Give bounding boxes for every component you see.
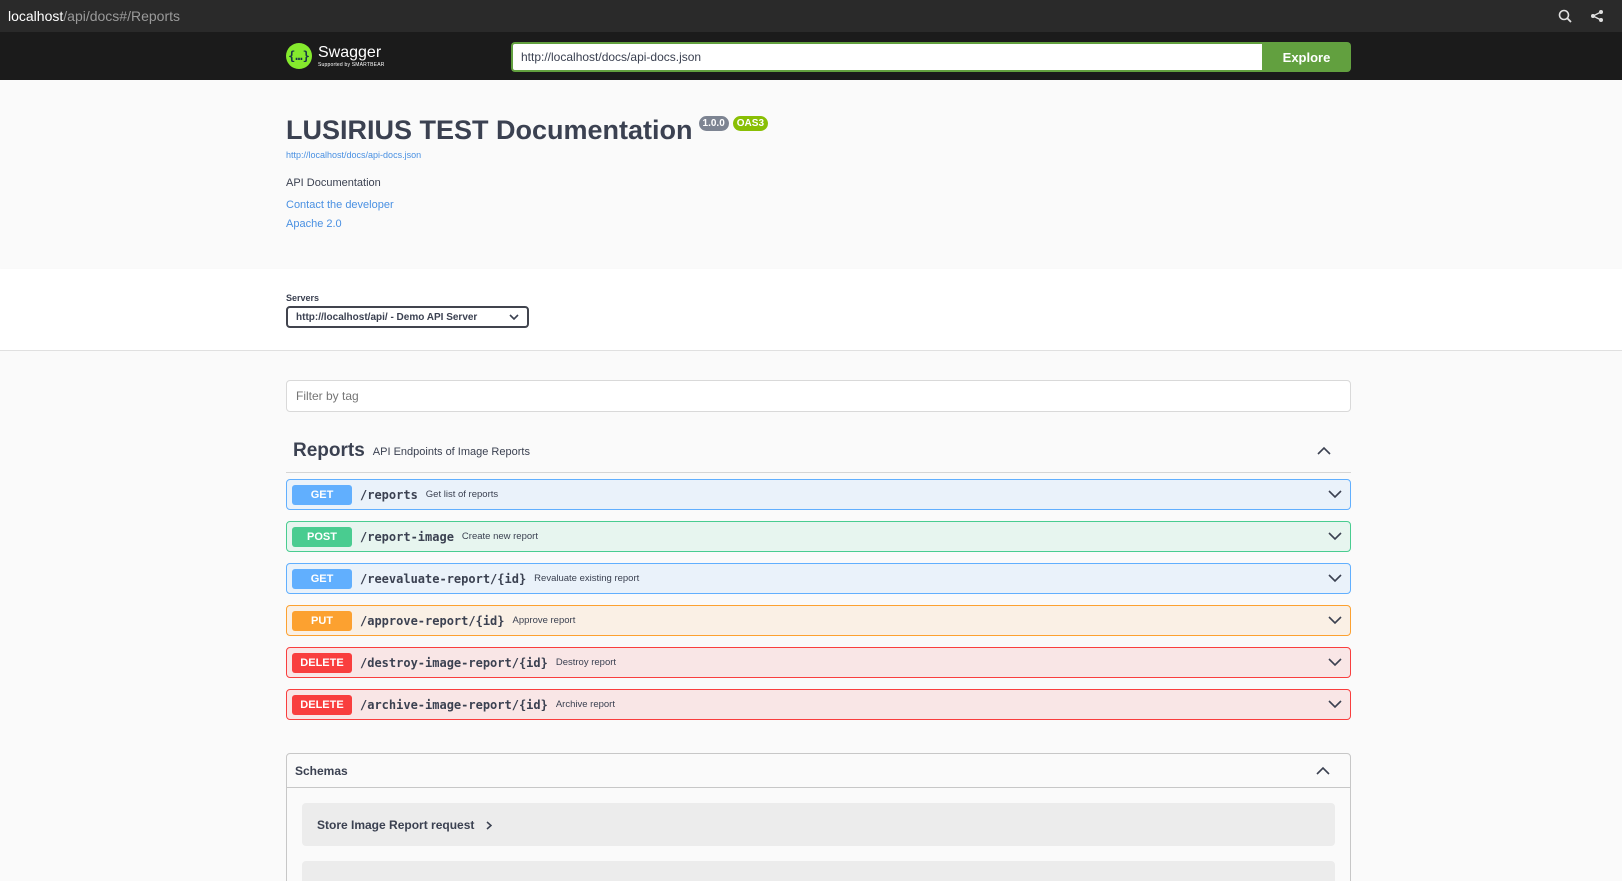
api-description: API Documentation xyxy=(286,176,381,189)
method-badge: POST xyxy=(292,526,352,547)
servers-section: Servers http://localhost/api/ - Demo API… xyxy=(0,269,1622,351)
method-badge: DELETE xyxy=(292,652,352,673)
filter-by-tag-input[interactable] xyxy=(286,380,1351,412)
tag-name: Reports xyxy=(293,439,365,461)
swagger-topbar: {…} Swagger Supported by SMARTBEAR Explo… xyxy=(0,32,1622,80)
info-section: LUSIRIUS TEST Documentation 1.0.0 OAS3 h… xyxy=(0,80,1622,269)
browser-address-bar: localhost/api/docs#/Reports xyxy=(0,0,1622,32)
search-icon[interactable] xyxy=(1558,9,1572,23)
title-row: LUSIRIUS TEST Documentation 1.0.0 OAS3 xyxy=(286,115,769,146)
operation-get-reports[interactable]: GET /reports Get list of reports xyxy=(286,479,1351,510)
chevron-down-icon[interactable] xyxy=(1328,612,1342,630)
method-badge: GET xyxy=(292,568,352,589)
operation-summary: Revaluate existing report xyxy=(534,573,640,584)
explore-form: Explore xyxy=(511,42,1351,72)
operation-path: /reevaluate-report/{id} xyxy=(360,571,527,586)
chevron-down-icon xyxy=(509,312,519,323)
operation-get-reevaluate-report[interactable]: GET /reevaluate-report/{id} Revaluate ex… xyxy=(286,563,1351,594)
operation-path: /approve-report/{id} xyxy=(360,613,505,628)
operation-delete-archive-image-report[interactable]: DELETE /archive-image-report/{id} Archiv… xyxy=(286,689,1351,720)
chevron-down-icon[interactable] xyxy=(1328,654,1342,672)
chevron-down-icon[interactable] xyxy=(1328,486,1342,504)
tag-description: API Endpoints of Image Reports xyxy=(372,446,530,458)
swagger-logo-text: Swagger Supported by SMARTBEAR xyxy=(318,43,385,68)
operation-path: /archive-image-report/{id} xyxy=(360,697,548,712)
operation-path: /destroy-image-report/{id} xyxy=(360,655,548,670)
operations-container: Reports API Endpoints of Image Reports G… xyxy=(0,351,1622,881)
operation-summary: Get list of reports xyxy=(425,489,499,500)
operation-path: /report-image xyxy=(360,529,454,544)
page-title: LUSIRIUS TEST Documentation xyxy=(286,115,693,145)
share-icon[interactable] xyxy=(1590,9,1604,23)
spec-url-input[interactable] xyxy=(511,42,1262,72)
schema-model[interactable] xyxy=(302,861,1335,881)
operation-summary: Approve report xyxy=(512,615,576,626)
chevron-up-icon[interactable] xyxy=(1316,762,1330,780)
operation-path: /reports xyxy=(360,487,418,502)
info-content: LUSIRIUS TEST Documentation 1.0.0 OAS3 h… xyxy=(286,115,769,230)
method-badge: GET xyxy=(292,484,352,505)
method-badge: PUT xyxy=(292,610,352,631)
operation-post-report-image[interactable]: POST /report-image Create new report xyxy=(286,521,1351,552)
browser-actions xyxy=(1558,9,1614,23)
version-badge: 1.0.0 xyxy=(698,116,729,131)
servers-selected-value: http://localhost/api/ - Demo API Server xyxy=(296,311,478,323)
operation-summary: Archive report xyxy=(555,699,615,710)
swagger-logo-icon: {…} xyxy=(286,43,312,69)
license-link[interactable]: Apache 2.0 xyxy=(286,218,768,230)
explore-button[interactable]: Explore xyxy=(1262,42,1351,72)
schemas-title: Schemas xyxy=(295,763,348,778)
chevron-up-icon[interactable] xyxy=(1317,442,1331,460)
schema-model-name: Store Image Report request xyxy=(317,817,475,832)
swagger-logo[interactable]: {…} Swagger Supported by SMARTBEAR xyxy=(286,43,385,69)
operation-put-approve-report[interactable]: PUT /approve-report/{id} Approve report xyxy=(286,605,1351,636)
browser-url[interactable]: localhost/api/docs#/Reports xyxy=(8,8,180,24)
servers-select[interactable]: http://localhost/api/ - Demo API Server xyxy=(286,306,529,328)
chevron-down-icon[interactable] xyxy=(1328,528,1342,546)
operation-delete-destroy-image-report[interactable]: DELETE /destroy-image-report/{id} Destro… xyxy=(286,647,1351,678)
browser-url-host: localhost xyxy=(8,8,64,24)
tag-header-reports[interactable]: Reports API Endpoints of Image Reports xyxy=(286,429,1351,473)
oas-badge: OAS3 xyxy=(732,116,769,131)
spec-url-link[interactable]: http://localhost/docs/api-docs.json xyxy=(286,150,768,160)
chevron-down-icon[interactable] xyxy=(1328,570,1342,588)
operation-summary: Create new report xyxy=(461,531,538,542)
schemas-header[interactable]: Schemas xyxy=(287,754,1350,788)
logo-subtitle: Supported by SMARTBEAR xyxy=(318,61,385,68)
method-badge: DELETE xyxy=(292,694,352,715)
logo-name: Swagger xyxy=(318,43,382,61)
contact-developer-link[interactable]: Contact the developer xyxy=(286,199,768,211)
browser-url-path: /api/docs#/Reports xyxy=(63,8,180,24)
schema-model-store-image-report-request[interactable]: Store Image Report request xyxy=(302,803,1335,846)
chevron-right-icon xyxy=(486,817,493,835)
servers-label: Servers xyxy=(286,293,320,303)
schemas-section: Schemas Store Image Report request xyxy=(286,753,1351,881)
chevron-down-icon[interactable] xyxy=(1328,696,1342,714)
operation-summary: Destroy report xyxy=(555,657,617,668)
operations-list: GET /reports Get list of reports POST /r… xyxy=(286,479,1351,731)
